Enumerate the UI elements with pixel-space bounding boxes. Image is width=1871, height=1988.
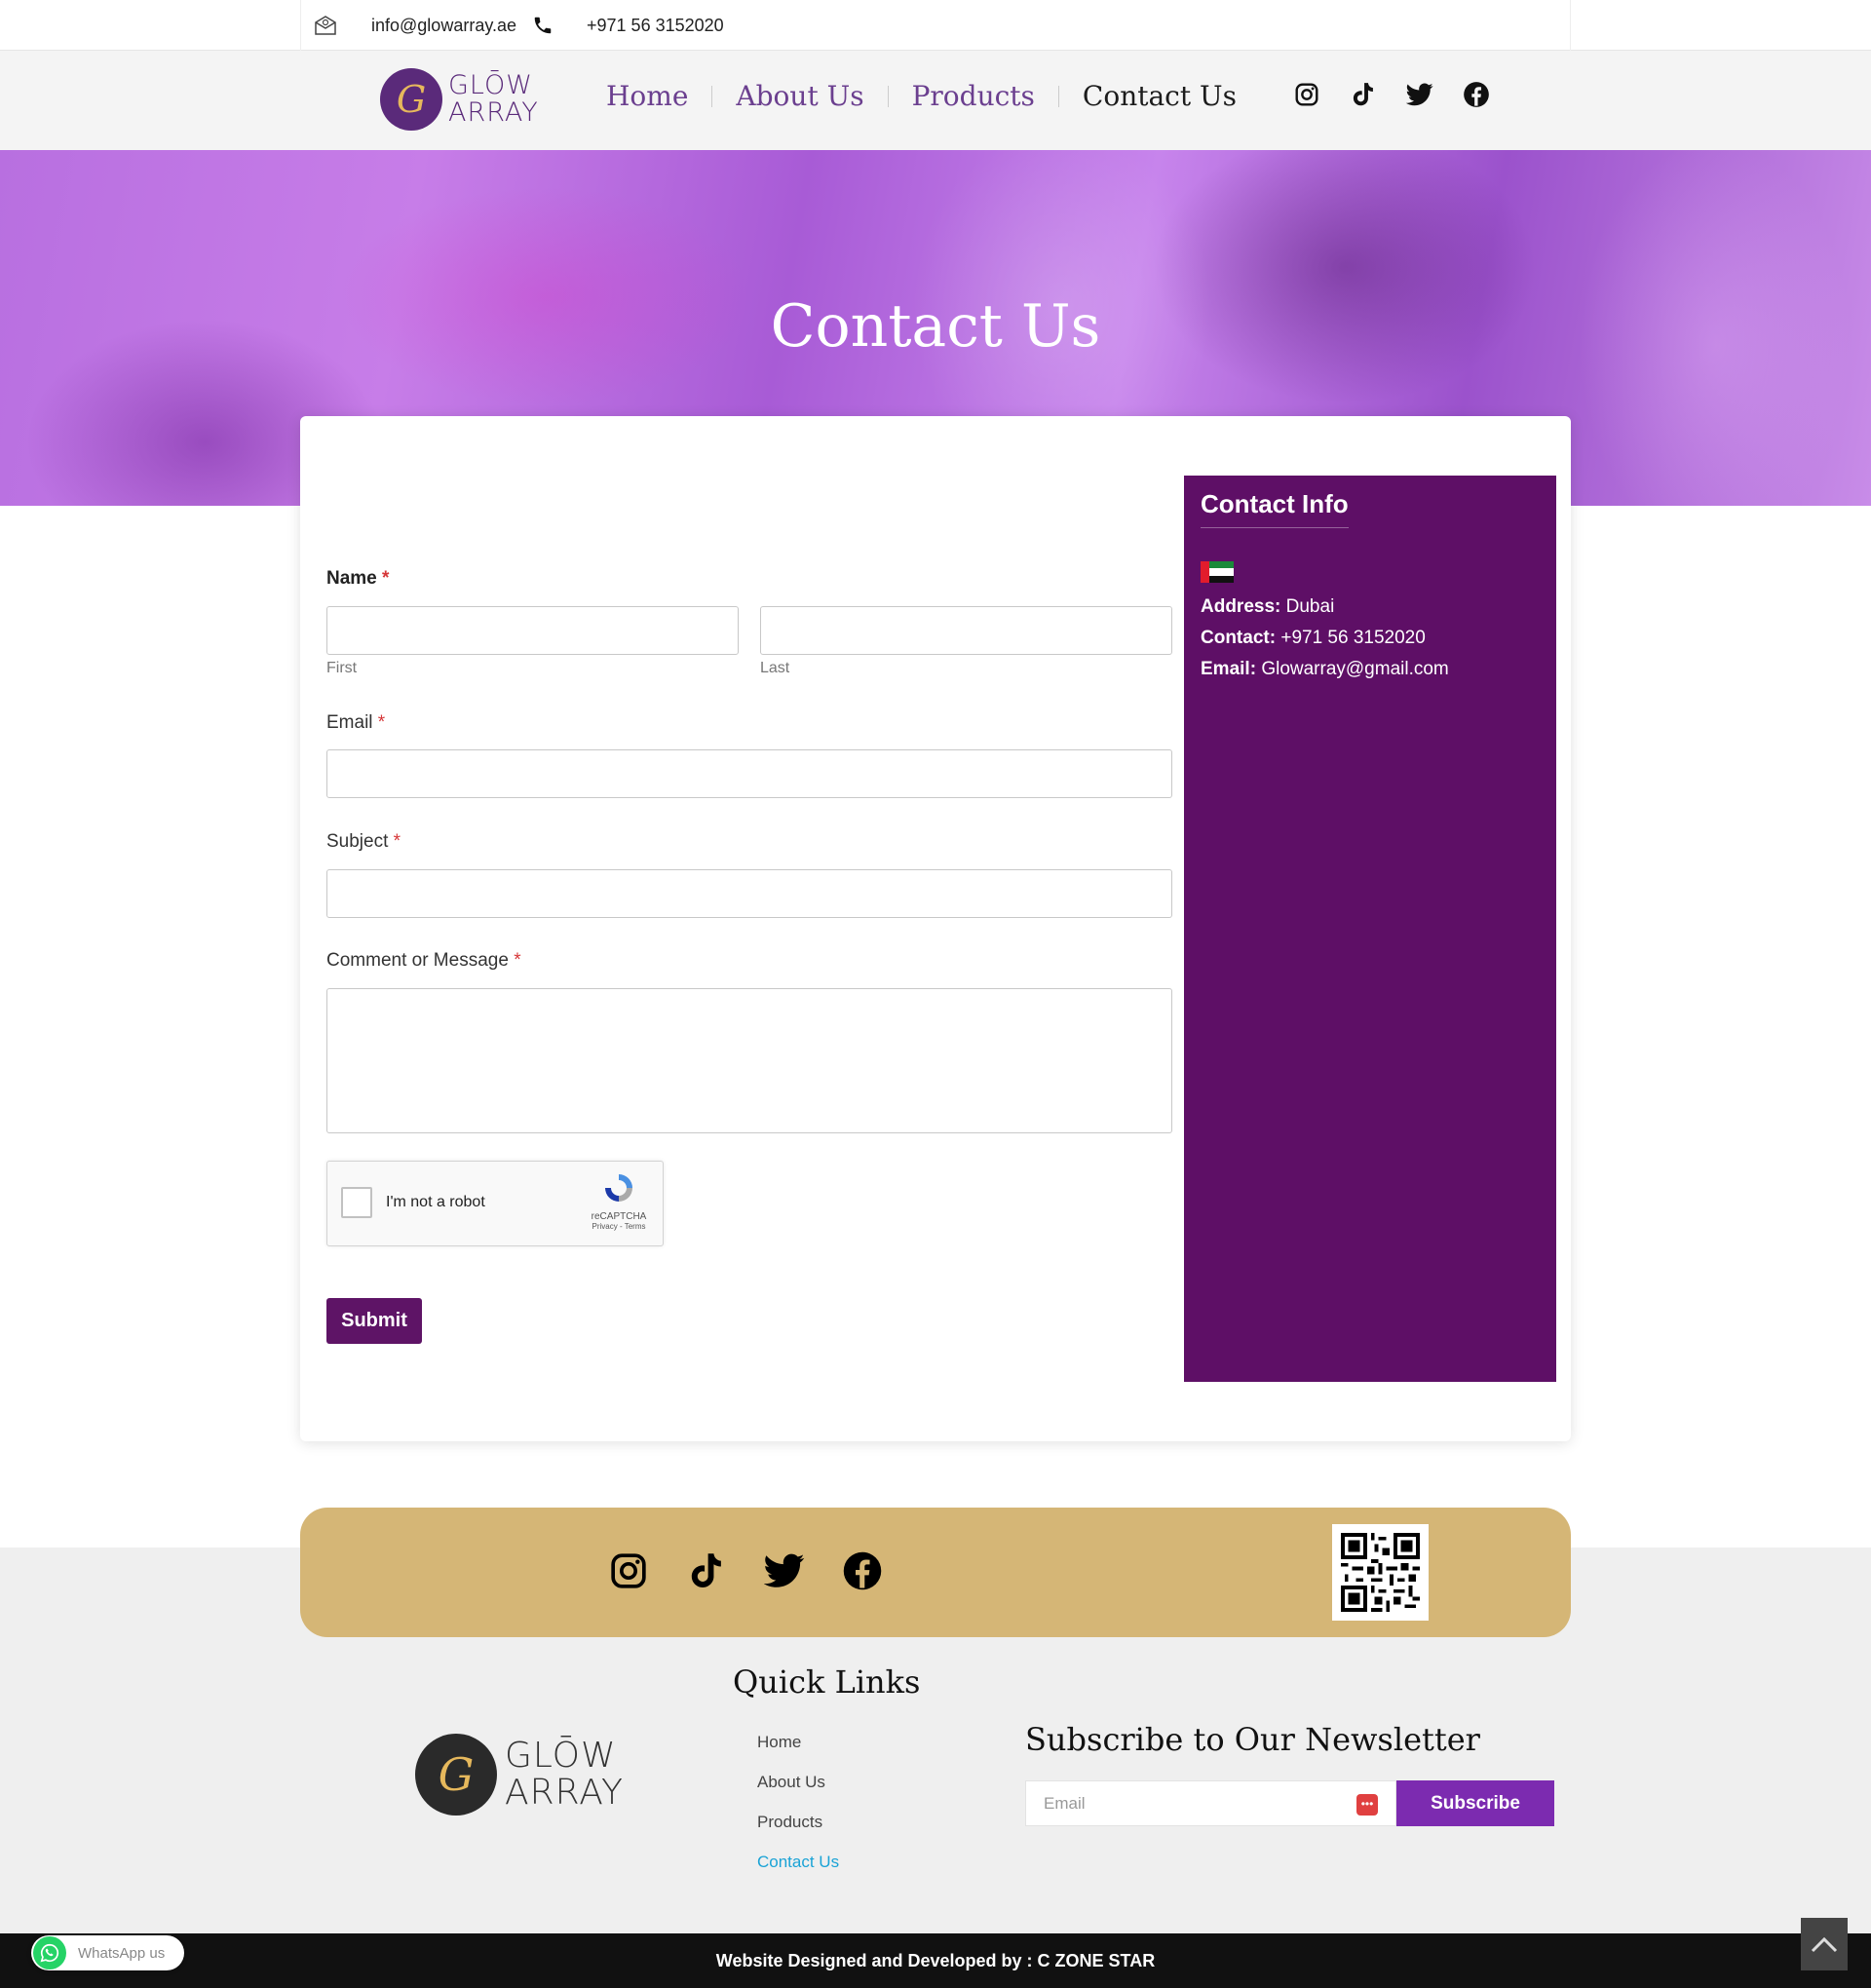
email-label-text: Email: [326, 712, 373, 733]
nav-about-us[interactable]: About Us: [712, 80, 887, 112]
recaptcha-text: I'm not a robot: [386, 1194, 485, 1210]
instagram-icon[interactable]: [608, 1550, 649, 1591]
twitter-icon[interactable]: [1405, 80, 1434, 109]
site-header: G GLŌW ARRAY Home About Us Products Cont…: [0, 51, 1871, 150]
recaptcha-brand: reCAPTCHA: [591, 1211, 647, 1222]
tiktok-icon[interactable]: [1349, 80, 1378, 109]
phone-icon: [530, 13, 555, 38]
contact-info-title: Contact Info: [1201, 489, 1349, 528]
main-nav: Home About Us Products Contact Us: [606, 80, 1260, 112]
chevron-up-icon: [1811, 1936, 1838, 1953]
name-label-text: Name: [326, 568, 377, 589]
subject-label-text: Subject: [326, 831, 389, 852]
twitter-icon[interactable]: [764, 1550, 805, 1591]
contact-info-panel: Contact Info Address: Dubai Contact: +97…: [1184, 476, 1556, 1382]
header-social-links: [1292, 80, 1491, 109]
logo-wordmark: GLŌW ARRAY: [448, 72, 539, 127]
recaptcha-links[interactable]: Privacy - Terms: [585, 1222, 653, 1231]
quick-link-products[interactable]: Products: [757, 1813, 839, 1853]
mail-icon: [313, 13, 338, 38]
footer-logo-line-2: ARRAY: [505, 1773, 625, 1813]
facebook-icon[interactable]: [1462, 80, 1491, 109]
email-value[interactable]: Glowarray@gmail.com: [1261, 659, 1448, 679]
logo-line-1: GLŌW: [448, 70, 533, 100]
top-email[interactable]: info@glowarray.ae: [371, 16, 516, 36]
footer-logo-mark: G: [415, 1734, 497, 1816]
recaptcha-widget: I'm not a robot reCAPTCHA Privacy - Term…: [326, 1161, 664, 1246]
quick-link-contact-us[interactable]: Contact Us: [757, 1853, 839, 1892]
recaptcha-logo: reCAPTCHA Privacy - Terms: [585, 1171, 653, 1231]
message-label: Comment or Message *: [326, 950, 521, 972]
address-label: Address:: [1201, 596, 1281, 617]
subscribe-button[interactable]: Subscribe: [1396, 1780, 1554, 1826]
whatsapp-icon: [33, 1936, 66, 1969]
top-contact-bar: info@glowarray.ae +971 56 3152020: [0, 0, 1871, 51]
footer-social-band: [300, 1508, 1571, 1637]
contact-value[interactable]: +971 56 3152020: [1280, 628, 1425, 648]
footer-logo[interactable]: G GLŌW ARRAY: [415, 1734, 624, 1816]
tiktok-icon[interactable]: [686, 1550, 727, 1591]
contact-card: Name * First Last Email * Subject * Comm…: [300, 416, 1571, 1441]
last-sublabel: Last: [760, 660, 790, 676]
first-sublabel: First: [326, 660, 358, 676]
recaptcha-checkbox[interactable]: [341, 1187, 372, 1218]
top-contact-bar-inner: info@glowarray.ae +971 56 3152020: [300, 0, 1571, 51]
address-value: Dubai: [1285, 596, 1335, 617]
message-textarea[interactable]: [326, 988, 1172, 1133]
quick-link-home[interactable]: Home: [757, 1733, 839, 1773]
credit-text: Website Designed and Developed by : C ZO…: [715, 1951, 1156, 1970]
whatsapp-label: WhatsApp us: [78, 1944, 166, 1962]
contact-address: Address: Dubai: [1201, 596, 1540, 618]
footer-logo-wordmark: GLŌW ARRAY: [505, 1738, 624, 1812]
subject-label: Subject *: [326, 831, 401, 853]
required-mark: *: [382, 568, 390, 589]
quick-links-list: Home About Us Products Contact Us: [757, 1733, 839, 1892]
last-name-input[interactable]: [760, 606, 1172, 655]
contact-email: Email: Glowarray@gmail.com: [1201, 659, 1540, 680]
contact-phone: Contact: +971 56 3152020: [1201, 628, 1540, 649]
uae-flag-icon: [1201, 561, 1234, 583]
email-label-info: Email:: [1201, 659, 1257, 679]
newsletter-title: Subscribe to Our Newsletter: [1025, 1721, 1480, 1758]
footer-social-links: [608, 1550, 883, 1591]
logo-mark: G: [380, 68, 442, 131]
email-input[interactable]: [326, 749, 1172, 798]
email-label: Email *: [326, 712, 385, 734]
top-phone[interactable]: +971 56 3152020: [587, 16, 724, 36]
footer-logo-line-1: GLŌW: [505, 1736, 617, 1776]
password-manager-icon[interactable]: •••: [1356, 1794, 1378, 1816]
site-logo[interactable]: G GLŌW ARRAY: [380, 68, 539, 131]
name-label: Name *: [326, 568, 389, 590]
facebook-icon[interactable]: [842, 1550, 883, 1591]
scroll-to-top-button[interactable]: [1801, 1918, 1848, 1970]
nav-products[interactable]: Products: [889, 80, 1058, 112]
bottom-credit-bar: Website Designed and Developed by : C ZO…: [0, 1933, 1871, 1988]
contact-label: Contact:: [1201, 628, 1277, 648]
required-mark: *: [514, 950, 521, 971]
required-mark: *: [377, 712, 386, 733]
newsletter-placeholder: Email: [1044, 1794, 1086, 1813]
logo-line-2: ARRAY: [448, 97, 539, 128]
page-title: Contact Us: [770, 292, 1101, 361]
first-name-input[interactable]: [326, 606, 739, 655]
nav-home[interactable]: Home: [606, 80, 711, 112]
subject-input[interactable]: [326, 869, 1172, 918]
message-label-text: Comment or Message: [326, 950, 509, 971]
quick-link-about-us[interactable]: About Us: [757, 1773, 839, 1813]
recaptcha-icon: [605, 1174, 632, 1202]
quick-links-title: Quick Links: [733, 1663, 921, 1701]
required-mark: *: [393, 831, 401, 852]
qr-code[interactable]: [1332, 1524, 1429, 1621]
instagram-icon[interactable]: [1292, 80, 1321, 109]
whatsapp-button[interactable]: WhatsApp us: [31, 1935, 184, 1970]
submit-button[interactable]: Submit: [326, 1298, 422, 1344]
newsletter-email-input[interactable]: Email •••: [1025, 1780, 1396, 1826]
nav-contact-us[interactable]: Contact Us: [1059, 80, 1260, 112]
